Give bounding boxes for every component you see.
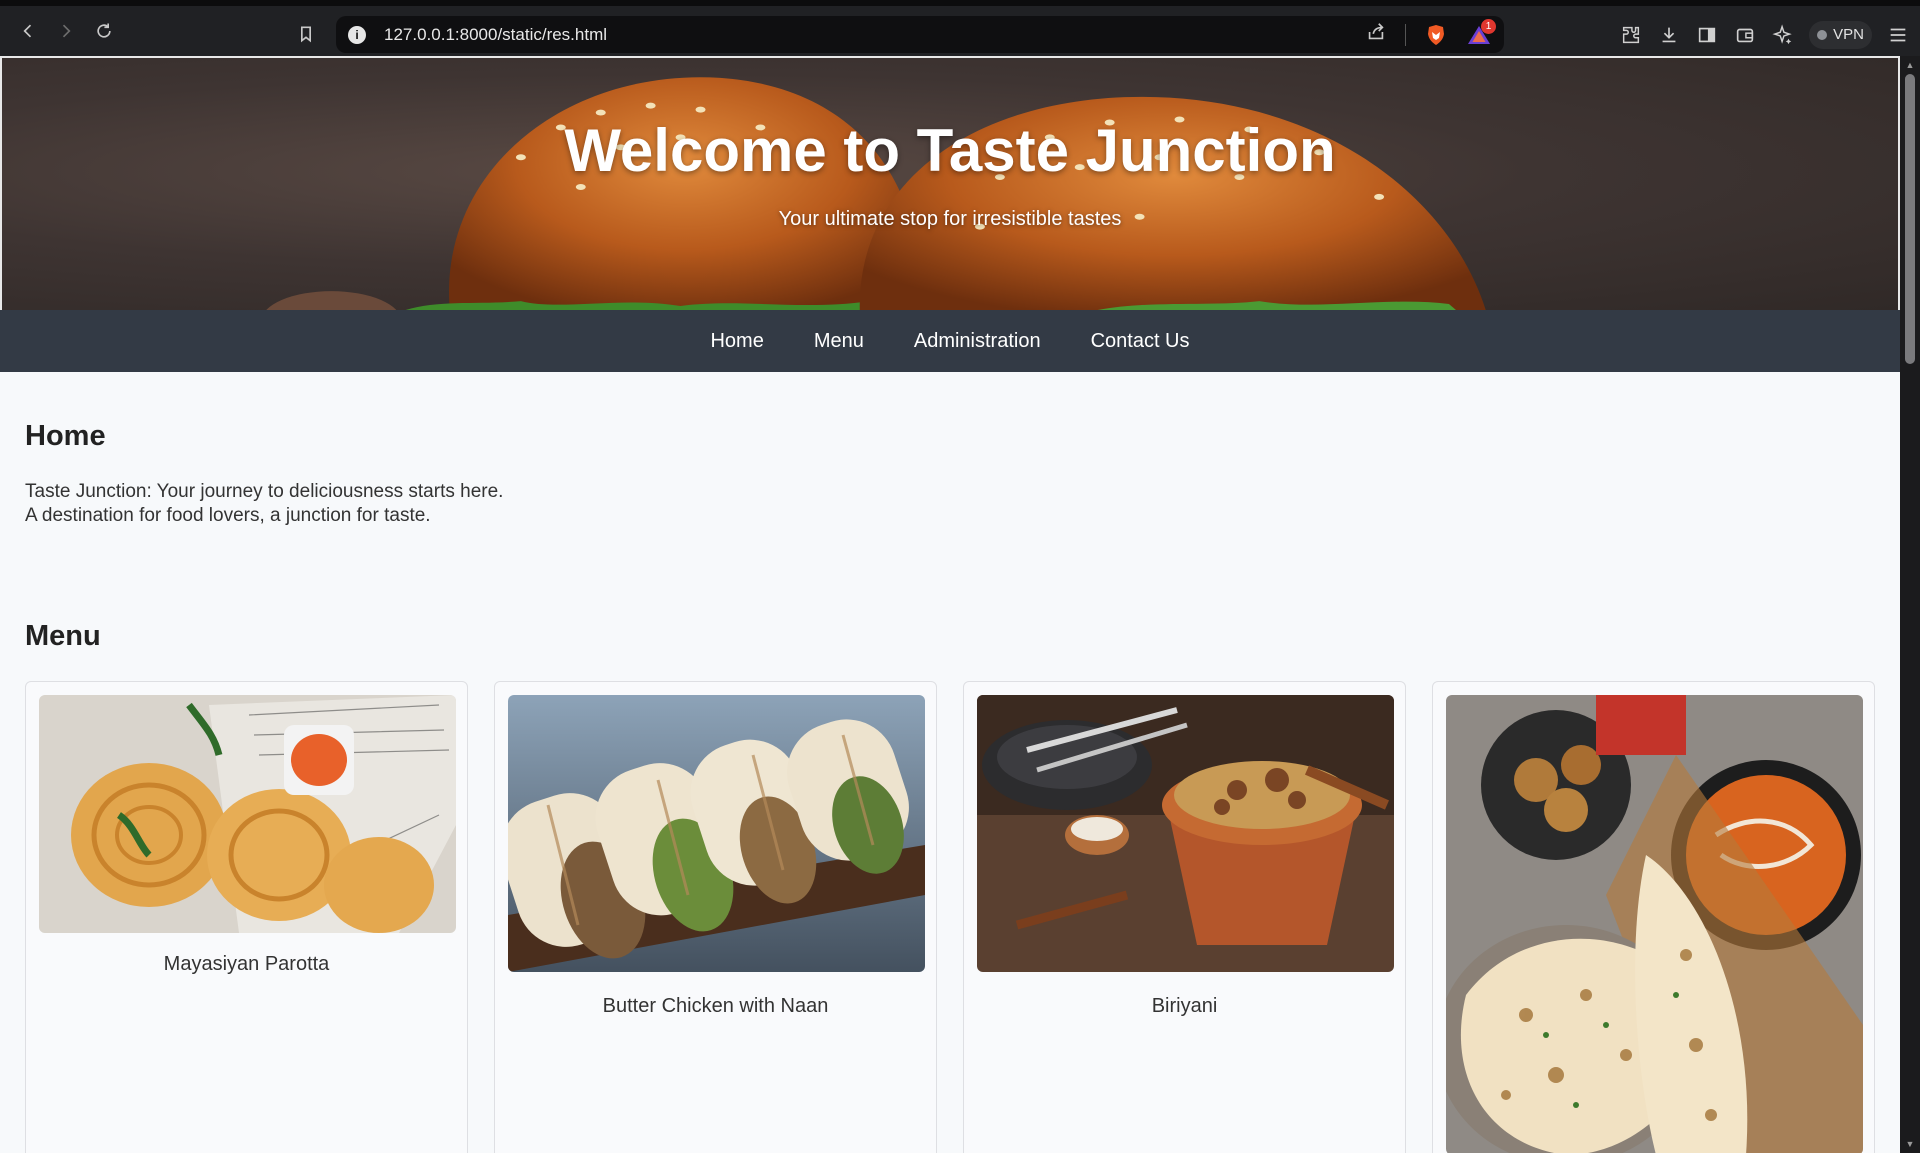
home-tagline-secondary: A destination for food lovers, a junctio… xyxy=(25,505,431,526)
scroll-down-icon[interactable]: ▼ xyxy=(1905,1139,1915,1149)
nav-menu[interactable]: Menu xyxy=(814,330,864,353)
vpn-button[interactable]: VPN xyxy=(1809,20,1872,49)
page-scrollbar[interactable]: ▲ ▼ xyxy=(1900,56,1920,1153)
hero-banner: Welcome to Taste Junction Your ultimate … xyxy=(0,56,1900,310)
home-description: Taste Junction: Your journey to deliciou… xyxy=(25,480,503,528)
vpn-label: VPN xyxy=(1833,26,1864,43)
vpn-status-icon xyxy=(1817,29,1828,40)
extensions-icon[interactable] xyxy=(1619,23,1643,47)
menu-card-naan-curry[interactable] xyxy=(1432,681,1875,1153)
omnibox-separator xyxy=(1405,23,1406,46)
menu-icon[interactable] xyxy=(1886,23,1910,47)
url-text[interactable]: 127.0.0.1:8000/static/res.html xyxy=(384,25,607,45)
menu-card-parotta[interactable]: Mayasiyan Parotta xyxy=(25,681,468,1153)
toolbar-right: VPN xyxy=(1619,16,1910,53)
parotta-image xyxy=(39,695,456,933)
bookmark-button[interactable] xyxy=(288,16,324,52)
back-button[interactable] xyxy=(10,13,46,49)
home-tagline: Taste Junction: Your journey to deliciou… xyxy=(25,481,504,502)
menu-heading: Menu xyxy=(25,620,101,652)
butter-chicken-image xyxy=(508,695,925,972)
page-viewport: Welcome to Taste Junction Your ultimate … xyxy=(0,56,1900,1153)
menu-card-biriyani[interactable]: Biriyani xyxy=(963,681,1406,1153)
naan-curry-image xyxy=(1446,695,1863,1153)
hero-subtitle: Your ultimate stop for irresistible tast… xyxy=(778,208,1122,230)
menu-card-butter-chicken[interactable]: Butter Chicken with Naan xyxy=(494,681,937,1153)
main-navigation: Home Menu Administration Contact Us xyxy=(0,310,1900,372)
hero-title: Welcome to Taste Junction xyxy=(564,117,1336,184)
sidebar-icon[interactable] xyxy=(1695,23,1719,47)
site-info-icon[interactable]: i xyxy=(348,25,366,44)
nav-home[interactable]: Home xyxy=(710,330,763,353)
bookmark-icon xyxy=(301,26,311,43)
biriyani-image xyxy=(977,695,1394,972)
reload-button[interactable] xyxy=(86,13,122,49)
wallet-icon[interactable] xyxy=(1733,23,1757,47)
brave-rewards-icon[interactable]: 1 xyxy=(1466,18,1496,47)
navigation-buttons xyxy=(10,13,122,49)
forward-button[interactable] xyxy=(48,13,84,49)
nav-contact-us[interactable]: Contact Us xyxy=(1091,330,1190,353)
address-bar[interactable]: i 127.0.0.1:8000/static/res.html 1 xyxy=(336,16,1504,53)
scrollbar-thumb[interactable] xyxy=(1905,74,1915,364)
menu-item-name: Butter Chicken with Naan xyxy=(602,995,829,1017)
download-icon[interactable] xyxy=(1657,23,1681,47)
leo-ai-icon[interactable] xyxy=(1771,23,1795,47)
share-icon[interactable] xyxy=(1365,21,1387,48)
menu-item-name: Biriyani xyxy=(1151,995,1218,1017)
menu-item-name: Mayasiyan Parotta xyxy=(163,953,330,975)
rewards-badge: 1 xyxy=(1481,18,1496,34)
nav-administration[interactable]: Administration xyxy=(914,330,1041,353)
scroll-up-icon[interactable]: ▲ xyxy=(1905,60,1915,70)
reload-icon xyxy=(97,23,111,38)
brave-shields-icon[interactable] xyxy=(1424,23,1448,47)
browser-toolbar: i 127.0.0.1:8000/static/res.html 1 VPN xyxy=(0,0,1920,56)
forward-arrow-icon xyxy=(62,24,71,38)
back-arrow-icon xyxy=(23,24,32,38)
home-heading: Home xyxy=(25,420,106,452)
